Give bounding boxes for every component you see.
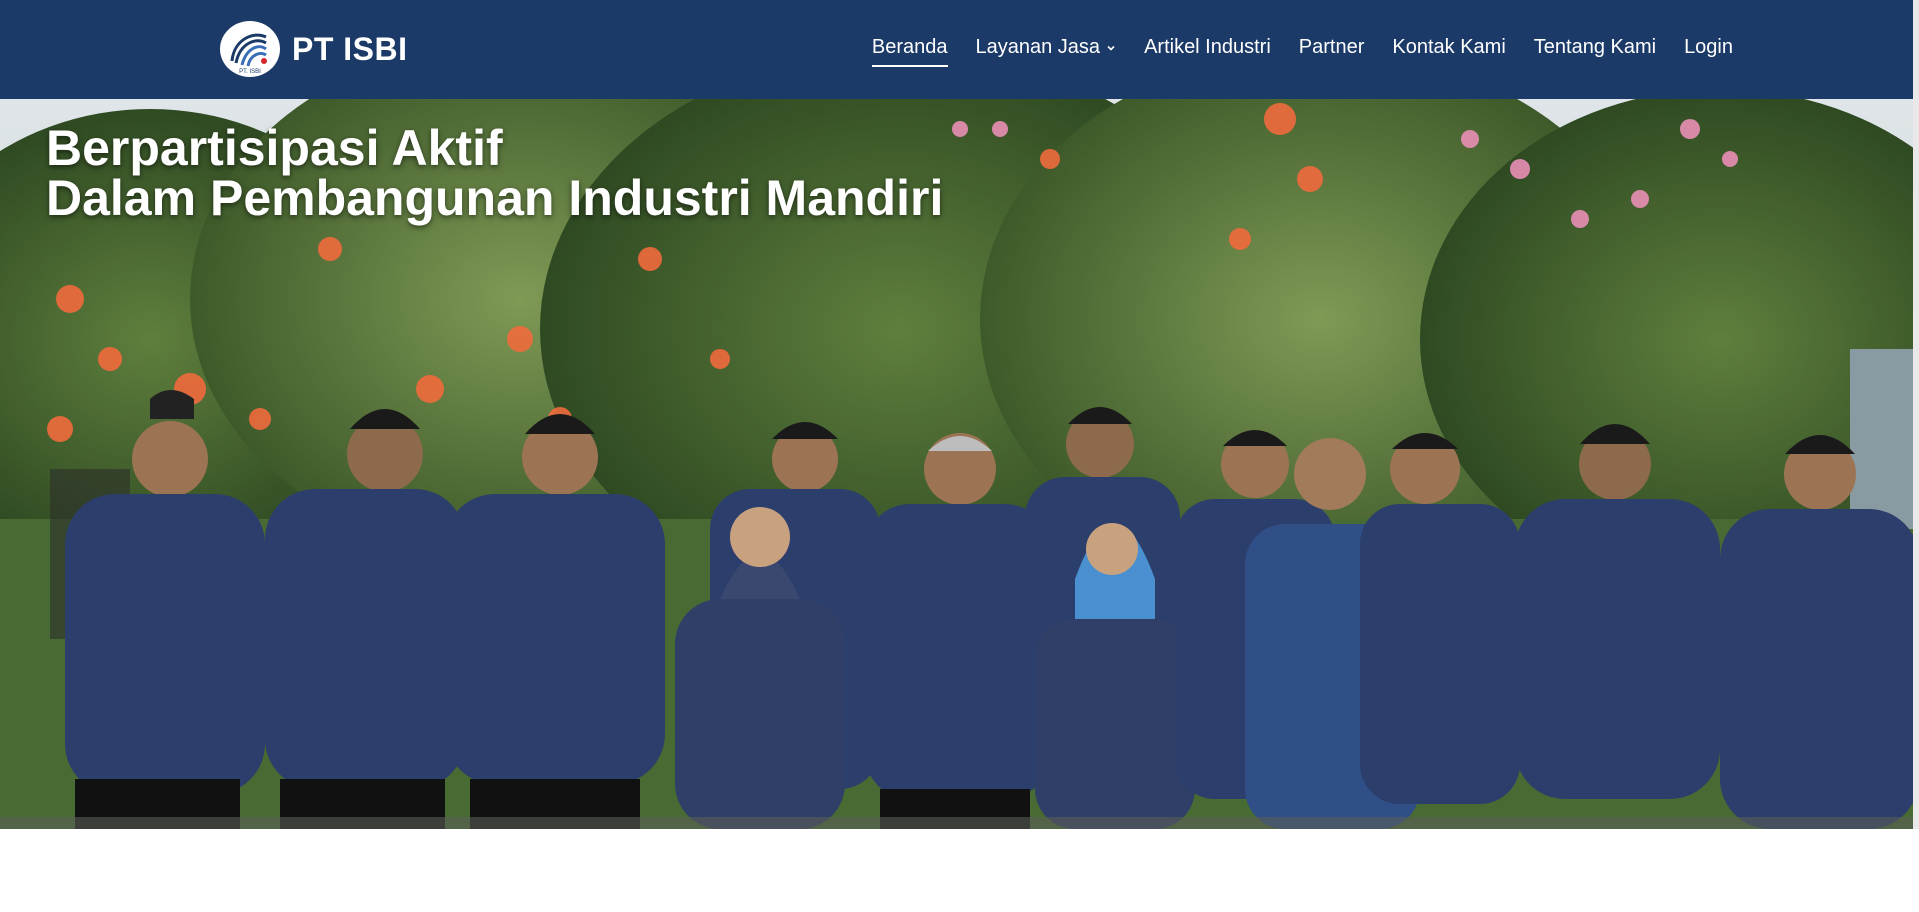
- nav-tentang-kami[interactable]: Tentang Kami: [1534, 36, 1656, 63]
- nav-layanan-jasa[interactable]: Layanan Jasa: [976, 36, 1117, 63]
- main-nav: Beranda Layanan Jasa Artikel Industri Pa…: [871, 0, 1733, 99]
- nav-kontak-kami[interactable]: Kontak Kami: [1392, 36, 1505, 63]
- isbi-logo-icon: PT. ISBI: [220, 21, 280, 77]
- page-scrollbar[interactable]: [1913, 0, 1919, 829]
- nav-partner[interactable]: Partner: [1299, 36, 1365, 63]
- nav-artikel-industri[interactable]: Artikel Industri: [1144, 36, 1271, 63]
- brand-link[interactable]: PT. ISBI PT ISBI: [220, 21, 408, 77]
- svg-text:PT. ISBI: PT. ISBI: [239, 69, 261, 75]
- hero-title: Berpartisipasi Aktif Dalam Pembangunan I…: [46, 123, 943, 223]
- chevron-down-icon: [1107, 45, 1115, 51]
- nav-beranda[interactable]: Beranda: [871, 36, 948, 67]
- hero-section: Berpartisipasi Aktif Dalam Pembangunan I…: [0, 99, 1919, 829]
- nav-login[interactable]: Login: [1684, 36, 1733, 63]
- hero-title-line-2: Dalam Pembangunan Industri Mandiri: [46, 170, 944, 226]
- brand-name: PT ISBI: [292, 30, 408, 67]
- hero-title-line-1: Berpartisipasi Aktif: [46, 120, 503, 176]
- top-navbar: PT. ISBI PT ISBI Beranda Layanan Jasa Ar…: [0, 0, 1919, 99]
